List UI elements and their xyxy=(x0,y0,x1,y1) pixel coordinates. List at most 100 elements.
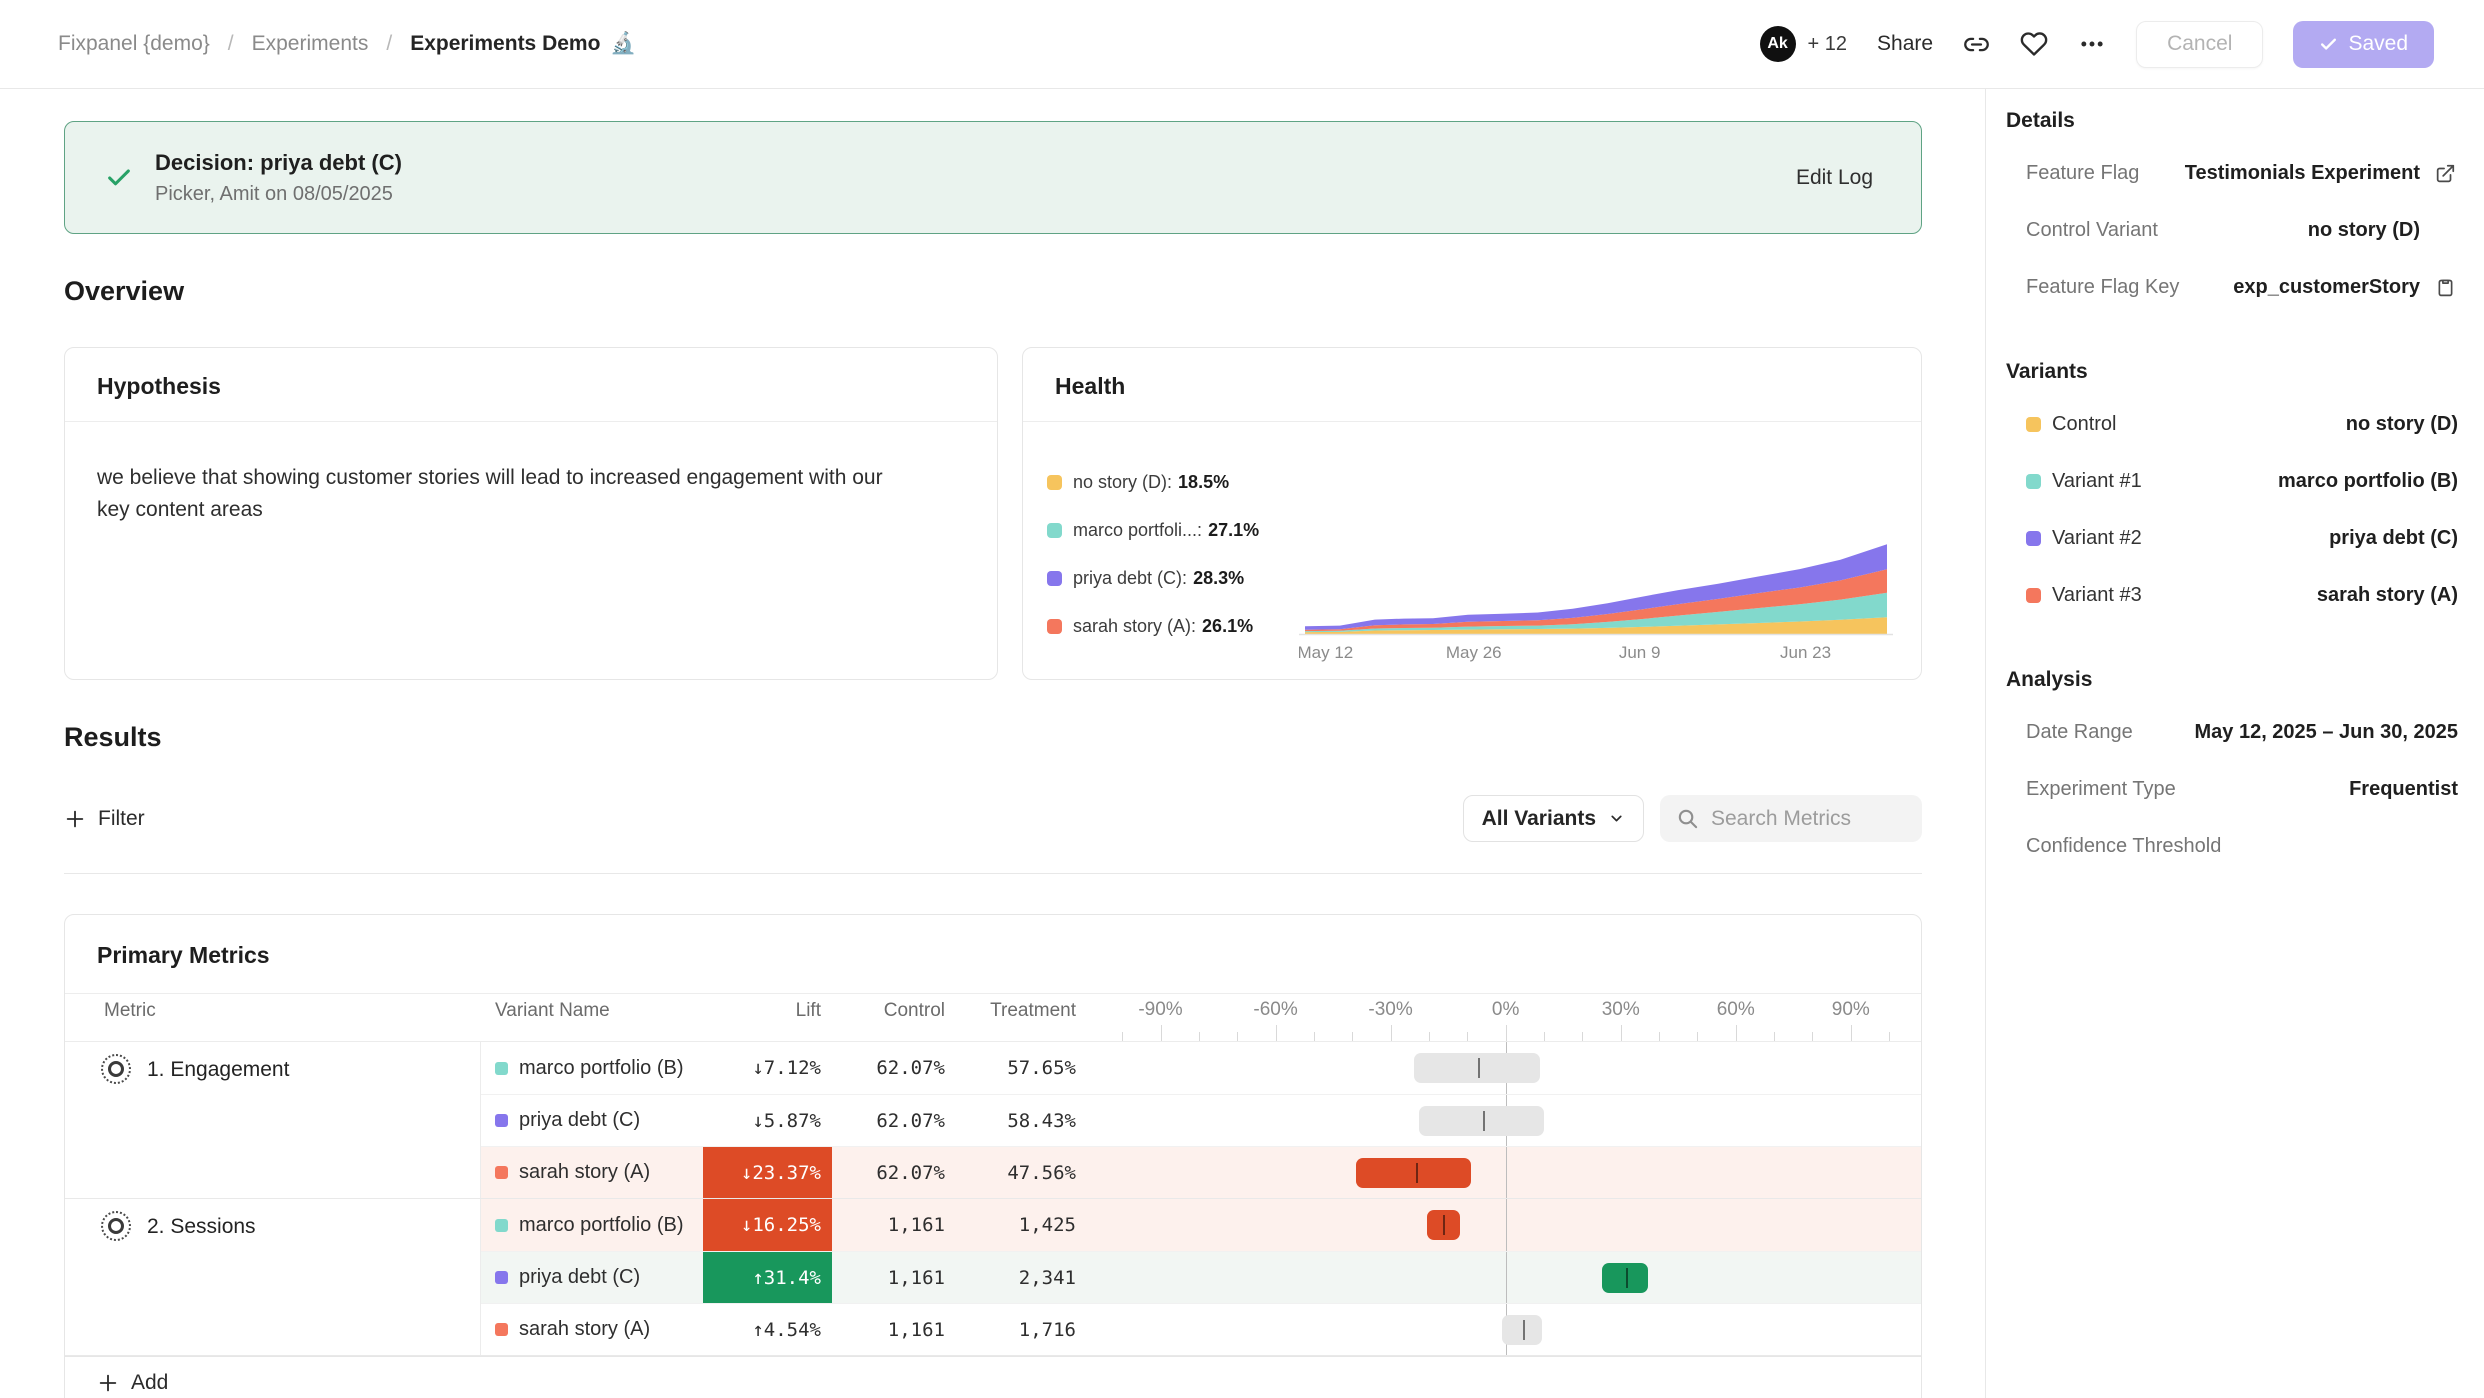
treatment-value: 1,425 xyxy=(949,1214,1080,1236)
more-options-button[interactable] xyxy=(2078,30,2106,58)
clipboard-copy-icon[interactable] xyxy=(2435,277,2456,298)
variant-swatch xyxy=(495,1271,508,1284)
add-filter-button[interactable]: Filter xyxy=(64,807,145,831)
check-circle-icon xyxy=(105,164,133,192)
table-row[interactable]: marco portfolio (B) ↓16.25% 1,161 1,425 xyxy=(481,1199,1921,1251)
hypothesis-card: Hypothesis we believe that showing custo… xyxy=(64,347,998,680)
variant-name: priya debt (C) xyxy=(519,1266,640,1289)
legend-swatch xyxy=(1047,619,1062,634)
check-icon xyxy=(2319,35,2338,54)
primary-metrics-card: Primary Metrics Metric Variant Name Lift… xyxy=(64,914,1922,1398)
column-control: Control xyxy=(832,994,949,1041)
metrics-search[interactable] xyxy=(1660,795,1922,842)
health-exposure-chart: May 12May 26Jun 9Jun 23 xyxy=(1299,444,1893,678)
variant-row-2: Variant #2 priya debt (C) xyxy=(2006,510,2458,567)
search-metrics-input[interactable] xyxy=(1711,807,1901,831)
control-value: 1,161 xyxy=(832,1267,949,1289)
details-heading: Details xyxy=(2006,109,2458,133)
column-treatment: Treatment xyxy=(949,994,1080,1041)
confidence-interval-bar xyxy=(1080,1147,1921,1198)
svg-text:Jun 23: Jun 23 xyxy=(1780,643,1831,662)
details-section: Details Feature Flag Testimonials Experi… xyxy=(2006,109,2458,316)
lift-value: ↑4.54% xyxy=(703,1304,832,1355)
decision-subtitle: Picker, Amit on 08/05/2025 xyxy=(155,183,402,206)
table-row[interactable]: priya debt (C) ↓5.87% 62.07% 58.43% xyxy=(481,1094,1921,1146)
breadcrumb-separator: / xyxy=(228,32,234,56)
hypothesis-body: we believe that showing customer stories… xyxy=(65,422,945,525)
variant-row-1: Variant #1 marco portfolio (B) xyxy=(2006,453,2458,510)
top-bar: Fixpanel {demo} / Experiments / Experime… xyxy=(0,0,2484,89)
edit-log-button[interactable]: Edit Log xyxy=(1796,166,1873,190)
breadcrumb-project[interactable]: Fixpanel {demo} xyxy=(58,32,210,56)
external-link-icon[interactable] xyxy=(2434,163,2456,185)
main-content: Decision: priya debt (C) Picker, Amit on… xyxy=(0,89,1986,1398)
chevron-down-icon xyxy=(1608,810,1625,827)
legend-item: sarah story (A) 26.1% xyxy=(1047,602,1299,650)
primary-metrics-title: Primary Metrics xyxy=(97,942,270,968)
variant-swatch xyxy=(495,1062,508,1075)
table-row[interactable]: marco portfolio (B) ↓7.12% 62.07% 57.65% xyxy=(481,1042,1921,1094)
heart-icon xyxy=(2020,30,2048,58)
variant-name: sarah story (A) xyxy=(519,1161,650,1184)
saved-button[interactable]: Saved xyxy=(2293,21,2434,68)
variants-filter-dropdown[interactable]: All Variants xyxy=(1463,795,1644,842)
health-card: Health no story (D) 18.5% marco portfoli… xyxy=(1022,347,1922,680)
variant-swatch xyxy=(495,1323,508,1336)
hypothesis-title: Hypothesis xyxy=(97,373,221,399)
confidence-interval-bar xyxy=(1080,1095,1921,1146)
confidence-interval-bar xyxy=(1080,1252,1921,1303)
lift-value: ↓16.25% xyxy=(703,1199,832,1251)
variant-swatch xyxy=(2026,531,2041,546)
lift-value: ↑31.4% xyxy=(703,1252,832,1303)
column-metric: Metric xyxy=(65,994,481,1041)
add-metric-button[interactable]: Add xyxy=(65,1356,1921,1398)
feature-flag-link[interactable]: Testimonials Experiment xyxy=(2185,162,2420,185)
favorite-button[interactable] xyxy=(2020,30,2048,58)
control-value: 62.07% xyxy=(832,1110,949,1132)
table-row[interactable]: sarah story (A) ↓23.37% 62.07% 47.56% xyxy=(481,1146,1921,1198)
analysis-section: Analysis Date Range May 12, 2025 – Jun 3… xyxy=(2006,668,2458,875)
column-variant: Variant Name xyxy=(481,994,703,1041)
control-value: 62.07% xyxy=(832,1057,949,1079)
control-value: 62.07% xyxy=(832,1162,949,1184)
copy-link-button[interactable] xyxy=(1963,31,1990,58)
detail-row-feature-flag-key: Feature Flag Key exp_customerStory xyxy=(2006,259,2458,316)
metric-cell[interactable]: 2. Sessions xyxy=(65,1199,481,1355)
share-button[interactable]: Share xyxy=(1877,32,1933,56)
decision-title: Decision: priya debt (C) xyxy=(155,150,402,176)
metric-group-engagement: 1. Engagement marco portfolio (B) ↓7.12%… xyxy=(65,1042,1921,1199)
legend-swatch xyxy=(1047,475,1062,490)
analysis-row-experiment-type: Experiment Type Frequentist xyxy=(2006,761,2458,818)
metric-group-sessions: 2. Sessions marco portfolio (B) ↓16.25% … xyxy=(65,1199,1921,1356)
metric-name: 2. Sessions xyxy=(147,1211,256,1355)
metrics-table-header: Metric Variant Name Lift Control Treatme… xyxy=(65,994,1921,1042)
collaborators-count[interactable]: + 12 xyxy=(1808,33,1847,56)
legend-item: marco portfoli... 27.1% xyxy=(1047,506,1299,554)
legend-swatch xyxy=(1047,571,1062,586)
lift-value: ↓7.12% xyxy=(703,1042,832,1094)
variant-row-3: Variant #3 sarah story (A) xyxy=(2006,567,2458,624)
breadcrumb-experiments[interactable]: Experiments xyxy=(252,32,369,56)
table-row[interactable]: priya debt (C) ↑31.4% 1,161 2,341 xyxy=(481,1251,1921,1303)
health-title: Health xyxy=(1055,373,1125,399)
metric-cell[interactable]: 1. Engagement xyxy=(65,1042,481,1198)
variant-swatch xyxy=(495,1219,508,1232)
variant-swatch xyxy=(495,1114,508,1127)
details-sidebar: Details Feature Flag Testimonials Experi… xyxy=(1986,89,2484,1398)
detail-row-control-variant: Control Variant no story (D) xyxy=(2006,202,2458,259)
page-title: Experiments Demo xyxy=(410,32,600,56)
cancel-button[interactable]: Cancel xyxy=(2136,21,2263,68)
lift-axis: -90%-60%-30%0%30%60%90% xyxy=(1080,994,1921,1041)
confidence-interval-bar xyxy=(1080,1042,1921,1094)
analysis-row-date-range: Date Range May 12, 2025 – Jun 30, 2025 xyxy=(2006,704,2458,761)
search-icon xyxy=(1676,807,1699,830)
legend-item: priya debt (C) 28.3% xyxy=(1047,554,1299,602)
confidence-interval-bar xyxy=(1080,1304,1921,1355)
treatment-value: 58.43% xyxy=(949,1110,1080,1132)
variant-row-control: Control no story (D) xyxy=(2006,396,2458,453)
plus-icon xyxy=(97,1372,119,1394)
table-row[interactable]: sarah story (A) ↑4.54% 1,161 1,716 xyxy=(481,1303,1921,1355)
avatar[interactable]: Ak xyxy=(1760,26,1796,62)
svg-text:May 26: May 26 xyxy=(1446,643,1502,662)
lift-value: ↓23.37% xyxy=(703,1147,832,1198)
